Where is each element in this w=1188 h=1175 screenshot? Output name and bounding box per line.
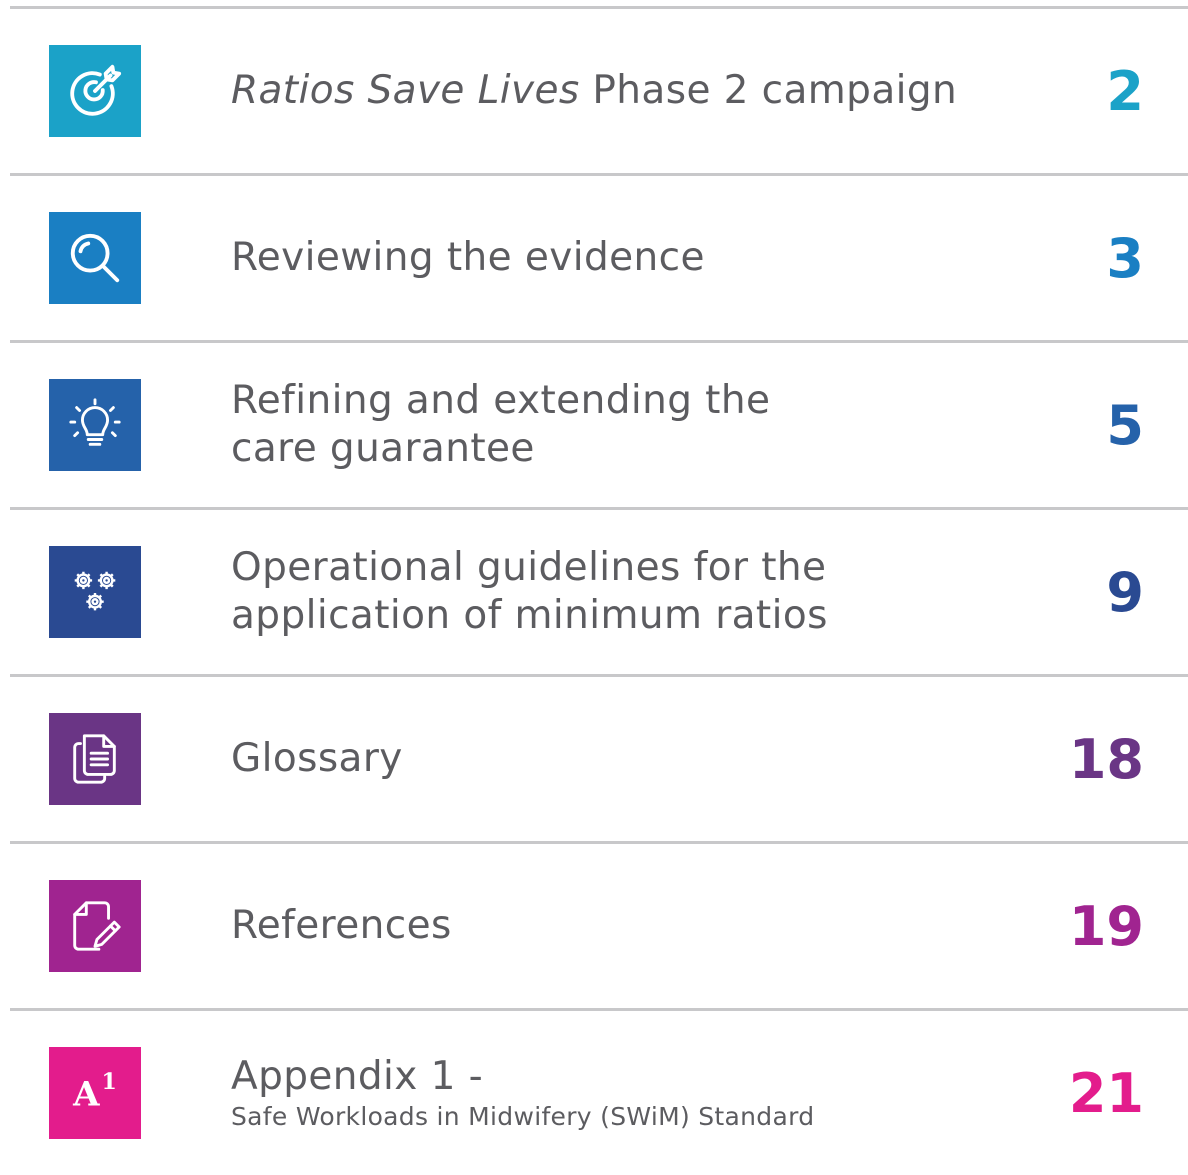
toc-icon-box [49,212,141,304]
toc-entry-title: Reviewing the evidence [231,176,705,340]
toc-page-number: 9 [1106,560,1144,624]
toc-title-text: References [231,903,452,948]
toc-icon-box [49,880,141,972]
toc-title-text: Glossary [231,736,403,781]
toc-entry-care-guarantee[interactable]: Refining and extending the care guarante… [10,343,1188,507]
toc-title-rest: Phase 2 campaign [579,68,958,113]
toc-title-line2: application of minimum ratios [231,593,828,638]
toc-entry-title: Appendix 1 - Safe Workloads in Midwifery… [231,1011,814,1175]
toc-icon-box [49,713,141,805]
toc-page-number: 3 [1106,226,1144,290]
toc-entry-reviewing-evidence[interactable]: Reviewing the evidence 3 [10,176,1188,340]
a1-icon-letter: A [73,1074,100,1115]
toc-title-line2: care guarantee [231,426,535,471]
toc-icon-box [49,546,141,638]
document-pencil-icon [73,901,121,951]
toc-entry-title: Refining and extending the care guarante… [231,343,770,507]
toc-page-number: 19 [1068,894,1144,958]
toc-page-number: 21 [1068,1061,1144,1125]
toc-entry-appendix-1[interactable]: A1 Appendix 1 - Safe Workloads in Midwif… [10,1011,1188,1175]
toc-icon-box [49,45,141,137]
magnifier-icon [70,233,120,283]
toc-title-line1: Refining and extending the [231,378,771,423]
documents-icon [73,734,116,784]
toc-title-text: Reviewing the evidence [231,235,705,280]
toc-entry-operational-guidelines[interactable]: Operational guidelines for the applicati… [10,510,1188,674]
lightbulb-icon [69,398,121,446]
toc-title-line1: Operational guidelines for the [231,545,827,590]
toc-entry-glossary[interactable]: Glossary 18 [10,677,1188,841]
toc-page-number: 2 [1106,59,1144,123]
a1-icon-superscript: 1 [101,1068,117,1095]
toc-page-number: 5 [1106,393,1144,457]
toc-entry-title: References [231,844,452,1008]
toc-icon-box: A1 [49,1047,141,1139]
a1-icon: A1 [73,1071,117,1115]
toc-title-italic: Ratios Save Lives [231,68,580,113]
gears-icon [74,571,116,611]
toc-entry-title: Glossary [231,677,403,841]
toc-icon-box [49,379,141,471]
target-icon [70,64,122,116]
toc-entry-title: Ratios Save Lives Phase 2 campaign [231,9,957,173]
toc-entry-ratios-campaign[interactable]: Ratios Save Lives Phase 2 campaign 2 [10,9,1188,173]
table-of-contents: Ratios Save Lives Phase 2 campaign 2 Rev… [10,6,1188,1175]
toc-subtitle: Safe Workloads in Midwifery (SWiM) Stand… [231,1102,815,1131]
toc-title-line1: Appendix 1 - [231,1054,484,1099]
toc-entry-references[interactable]: References 19 [10,844,1188,1008]
toc-entry-title: Operational guidelines for the applicati… [231,510,828,674]
toc-page-number: 18 [1068,727,1144,791]
